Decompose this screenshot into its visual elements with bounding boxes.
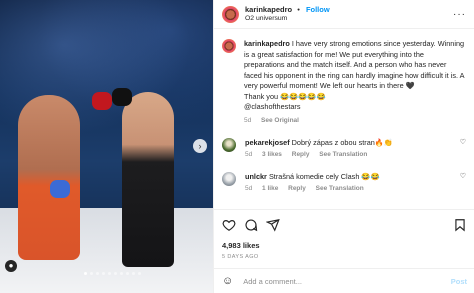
caption-mention[interactable]: @clashofthestars <box>244 102 300 111</box>
comment-likes[interactable]: 1 like <box>262 185 278 192</box>
author-username[interactable]: karinkapedro <box>245 5 292 14</box>
carousel-dot[interactable] <box>120 272 123 275</box>
user-tag-icon[interactable]: ● <box>5 260 17 272</box>
likes-count[interactable]: 4,983 likes <box>222 241 467 250</box>
caption-age: 5d <box>244 116 252 124</box>
comment-age: 5d <box>245 151 253 158</box>
carousel-dot[interactable] <box>90 272 93 275</box>
carousel-dots <box>84 272 141 275</box>
comment-body: unlckr Strašná komedie cely Clash 😂😂 5d … <box>245 172 454 194</box>
comment-avatar[interactable] <box>222 138 236 152</box>
reply-button[interactable]: Reply <box>288 185 306 192</box>
comment-text: Strašná komedie cely Clash 😂😂 <box>268 172 380 181</box>
caption-username[interactable]: karinkapedro <box>244 39 290 48</box>
comment-avatar[interactable] <box>222 172 236 186</box>
comments-area: karinkapedro I have very strong emotions… <box>214 29 474 206</box>
more-icon[interactable]: ··· <box>453 9 466 20</box>
carousel-dot[interactable] <box>84 272 87 275</box>
carousel-dot[interactable] <box>132 272 135 275</box>
post-photo[interactable]: › ● <box>0 0 213 293</box>
glove-red <box>92 92 112 110</box>
post-header: karinkapedro • Follow O2 universum ··· <box>214 0 474 29</box>
save-icon[interactable] <box>453 218 467 232</box>
author-avatar[interactable] <box>222 5 239 23</box>
caption-meta: 5d See Original <box>244 116 466 127</box>
fighter-right <box>122 92 174 267</box>
caption-block: karinkapedro I have very strong emotions… <box>222 39 466 126</box>
comment-likes[interactable]: 3 likes <box>262 151 282 158</box>
comment-meta: 5d 3 likes Reply See Translation <box>245 150 454 160</box>
glove-black <box>112 88 132 106</box>
caption: karinkapedro I have very strong emotions… <box>244 39 466 126</box>
see-original-link[interactable]: See Original <box>261 117 299 124</box>
chevron-right-icon[interactable]: › <box>193 139 207 153</box>
action-icons <box>222 216 467 234</box>
heart-icon[interactable]: ♡ <box>460 172 466 180</box>
reply-button[interactable]: Reply <box>292 151 310 158</box>
emoji-icon[interactable]: ☺ <box>222 275 233 287</box>
action-bar: 4,983 likes 5 DAYS AGO <box>214 209 474 260</box>
comment-age: 5d <box>245 185 253 192</box>
instagram-post-modal: › ● karinkapedro • Follow O2 universum ·… <box>0 0 474 293</box>
post-details-panel: karinkapedro • Follow O2 universum ··· k… <box>213 0 474 293</box>
see-translation-button[interactable]: See Translation <box>319 151 367 158</box>
carousel-dot[interactable] <box>126 272 129 275</box>
carousel-dot[interactable] <box>108 272 111 275</box>
author-block: karinkapedro • Follow O2 universum <box>245 5 330 23</box>
carousel-dot[interactable] <box>96 272 99 275</box>
follow-button[interactable]: Follow <box>306 5 330 14</box>
post-location[interactable]: O2 universum <box>245 14 330 23</box>
carousel-dot[interactable] <box>114 272 117 275</box>
comment-icon[interactable] <box>244 218 258 232</box>
comment-item: unlckr Strašná komedie cely Clash 😂😂 5d … <box>222 172 466 194</box>
carousel-dot[interactable] <box>102 272 105 275</box>
glove-blue <box>50 180 70 198</box>
caption-avatar[interactable] <box>222 39 236 53</box>
comment-meta: 5d 1 like Reply See Translation <box>245 184 454 194</box>
comment-text: Dobrý zápas z obou stran🔥👏 <box>291 138 393 147</box>
comment-item: pekarekjosef Dobrý zápas z obou stran🔥👏 … <box>222 138 466 160</box>
separator-dot: • <box>297 5 300 14</box>
comment-composer: ☺ Add a comment... Post <box>214 268 474 293</box>
caption-thanks: Thank you 😂😂😂😂😂 <box>244 91 326 101</box>
heart-icon[interactable] <box>222 218 236 232</box>
comment-username[interactable]: pekarekjosef <box>245 138 290 147</box>
heart-icon[interactable]: ♡ <box>460 138 466 146</box>
comment-username[interactable]: unlckr <box>245 172 267 181</box>
carousel-dot[interactable] <box>138 272 141 275</box>
comment-body: pekarekjosef Dobrý zápas z obou stran🔥👏 … <box>245 138 454 160</box>
post-comment-button[interactable]: Post <box>451 277 467 286</box>
see-translation-button[interactable]: See Translation <box>316 185 364 192</box>
comment-input[interactable]: Add a comment... <box>243 277 302 286</box>
post-time: 5 DAYS AGO <box>222 254 259 260</box>
fighter-left <box>18 95 80 260</box>
share-icon[interactable] <box>266 218 280 232</box>
